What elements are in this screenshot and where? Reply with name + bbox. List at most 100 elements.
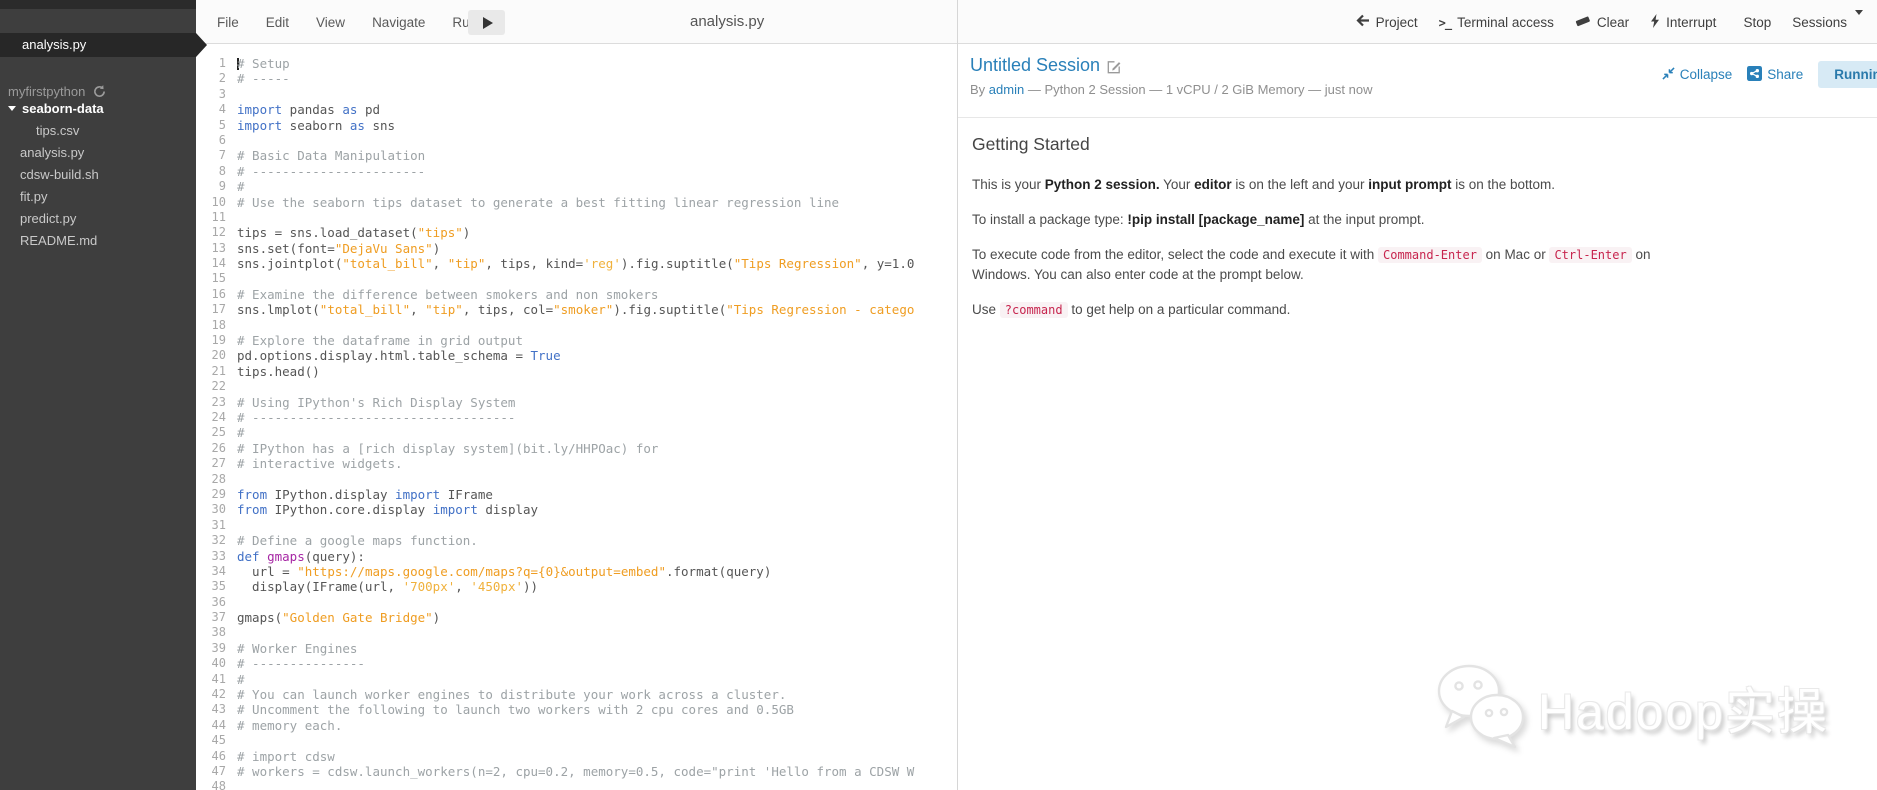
line-content: # Examine the difference between smokers… — [237, 287, 658, 302]
code-line[interactable]: 15 — [196, 271, 957, 286]
line-content: # Using IPython's Rich Display System — [237, 395, 515, 410]
eraser-icon — [1575, 14, 1591, 30]
code-line[interactable]: 46# import cdsw — [196, 749, 957, 764]
menu-view[interactable]: View — [316, 15, 345, 30]
code-line[interactable]: 41# — [196, 672, 957, 687]
code-line[interactable]: 4import pandas as pd — [196, 102, 957, 117]
menu-edit[interactable]: Edit — [266, 15, 289, 30]
code-editor[interactable]: 1 # Setup2# -----34import pandas as pd5im… — [196, 45, 957, 790]
code-line[interactable]: 5import seaborn as sns — [196, 118, 957, 133]
tree-item-tips-csv[interactable]: tips.csv — [0, 119, 196, 141]
code-line[interactable]: 42# You can launch worker engines to dis… — [196, 687, 957, 702]
code-line[interactable]: 9# — [196, 179, 957, 194]
line-number: 29 — [196, 487, 226, 502]
code-line[interactable]: 31 — [196, 518, 957, 533]
line-content: # ----- — [237, 71, 290, 86]
code-line[interactable]: 10# Use the seaborn tips dataset to gene… — [196, 195, 957, 210]
menu-navigate[interactable]: Navigate — [372, 15, 425, 30]
code-line[interactable]: 19# Explore the dataframe in grid output — [196, 333, 957, 348]
help-paragraph: To execute code from the editor, select … — [972, 245, 1682, 285]
sidebar: analysis.py myfirstpython seaborn-datati… — [0, 0, 196, 790]
code-line[interactable]: 37gmaps("Golden Gate Bridge") — [196, 610, 957, 625]
stop-button[interactable]: Stop — [1737, 15, 1771, 30]
user-link[interactable]: admin — [989, 82, 1024, 97]
code-line[interactable]: 17sns.lmplot("total_bill", "tip", tips, … — [196, 302, 957, 317]
line-number: 41 — [196, 672, 226, 687]
code-line[interactable]: 43# Uncomment the following to launch tw… — [196, 702, 957, 717]
code-line[interactable]: 33def gmaps(query): — [196, 549, 957, 564]
session-actions: Collapse Share Running — [1662, 61, 1877, 88]
line-content: # Setup — [237, 56, 290, 71]
code-line[interactable]: 6 — [196, 133, 957, 148]
code-line[interactable]: 24# ----------------------------------- — [196, 410, 957, 425]
menu-file[interactable]: File — [217, 15, 239, 30]
line-content: def gmaps(query): — [237, 549, 365, 564]
run-button[interactable] — [468, 10, 505, 35]
code-line[interactable]: 22 — [196, 379, 957, 394]
tree-item-analysis-py[interactable]: analysis.py — [0, 141, 196, 163]
lightning-icon — [1650, 14, 1660, 31]
code-line[interactable]: 21tips.head() — [196, 364, 957, 379]
session-header: Untitled Session By admin — Python 2 Ses… — [958, 45, 1877, 118]
tree-item-predict-py[interactable]: predict.py — [0, 207, 196, 229]
code-line[interactable]: 16# Examine the difference between smoke… — [196, 287, 957, 302]
tree-item-cdsw-build-sh[interactable]: cdsw-build.sh — [0, 163, 196, 185]
refresh-icon[interactable] — [93, 85, 106, 98]
edit-icon[interactable] — [1107, 60, 1121, 74]
code-line[interactable]: 29from IPython.display import IFrame — [196, 487, 957, 502]
code-line[interactable]: 27# interactive widgets. — [196, 456, 957, 471]
code-line[interactable]: 39# Worker Engines — [196, 641, 957, 656]
code-line[interactable]: 34 url = "https://maps.google.com/maps?q… — [196, 564, 957, 579]
code-line[interactable]: 11 — [196, 210, 957, 225]
line-number: 6 — [196, 133, 226, 148]
open-file-tab[interactable]: analysis.py — [0, 33, 196, 57]
code-line[interactable]: 45 — [196, 733, 957, 748]
code-line[interactable]: 14sns.jointplot("total_bill", "tip", tip… — [196, 256, 957, 271]
collapse-button[interactable]: Collapse — [1662, 67, 1733, 83]
code-line[interactable]: 26# IPython has a [rich display system](… — [196, 441, 957, 456]
code-line[interactable]: 3 — [196, 87, 957, 102]
code-line[interactable]: 1 # Setup — [196, 56, 957, 71]
share-button[interactable]: Share — [1747, 66, 1803, 84]
tree-item-README-md[interactable]: README.md — [0, 229, 196, 251]
session-status-badge[interactable]: Running — [1818, 61, 1877, 88]
code-line[interactable]: 35 display(IFrame(url, '700px', '450px')… — [196, 579, 957, 594]
session-title-link[interactable]: Untitled Session — [970, 55, 1100, 76]
tree-item-seaborn-data[interactable]: seaborn-data — [0, 97, 196, 119]
code-line[interactable]: 18 — [196, 318, 957, 333]
project-button[interactable]: Project — [1356, 14, 1418, 30]
open-file-tab-label: analysis.py — [22, 37, 86, 52]
line-content: sns.lmplot("total_bill", "tip", tips, co… — [237, 302, 914, 317]
code-line[interactable]: 44# memory each. — [196, 718, 957, 733]
code-line[interactable]: 40# --------------- — [196, 656, 957, 671]
code-line[interactable]: 7# Basic Data Manipulation — [196, 148, 957, 163]
code-line[interactable]: 38 — [196, 625, 957, 640]
clear-button[interactable]: Clear — [1575, 14, 1629, 30]
code-line[interactable]: 36 — [196, 595, 957, 610]
line-content: url = "https://maps.google.com/maps?q={0… — [237, 564, 771, 579]
line-number: 1 — [196, 56, 226, 71]
tree-item-label: README.md — [20, 233, 97, 248]
code-line[interactable]: 23 # Using IPython's Rich Display System — [196, 395, 957, 410]
code-line[interactable]: 25# — [196, 425, 957, 440]
code-line[interactable]: 47# workers = cdsw.launch_workers(n=2, c… — [196, 764, 957, 779]
code-line[interactable]: 2# ----- — [196, 71, 957, 86]
line-number: 23 — [196, 395, 226, 410]
interrupt-button[interactable]: Interrupt — [1650, 14, 1716, 31]
code-line[interactable]: 13sns.set(font="DejaVu Sans") — [196, 241, 957, 256]
code-line[interactable]: 30from IPython.core.display import displ… — [196, 502, 957, 517]
tree-item-fit-py[interactable]: fit.py — [0, 185, 196, 207]
panel-divider[interactable] — [957, 0, 958, 790]
code-line[interactable]: 8# ----------------------- — [196, 164, 957, 179]
sessions-button[interactable]: Sessions — [1792, 15, 1863, 30]
action-label: Terminal access — [1457, 15, 1554, 30]
line-number: 8 — [196, 164, 226, 179]
code-line[interactable]: 12tips = sns.load_dataset("tips") — [196, 225, 957, 240]
line-number: 37 — [196, 610, 226, 625]
code-line[interactable]: 20pd.options.display.html.table_schema =… — [196, 348, 957, 363]
code-line[interactable]: 32# Define a google maps function. — [196, 533, 957, 548]
code-line[interactable]: 48 — [196, 779, 957, 790]
code-line[interactable]: 28 — [196, 472, 957, 487]
terminal-access-button[interactable]: >_Terminal access — [1439, 15, 1554, 30]
line-number: 31 — [196, 518, 226, 533]
